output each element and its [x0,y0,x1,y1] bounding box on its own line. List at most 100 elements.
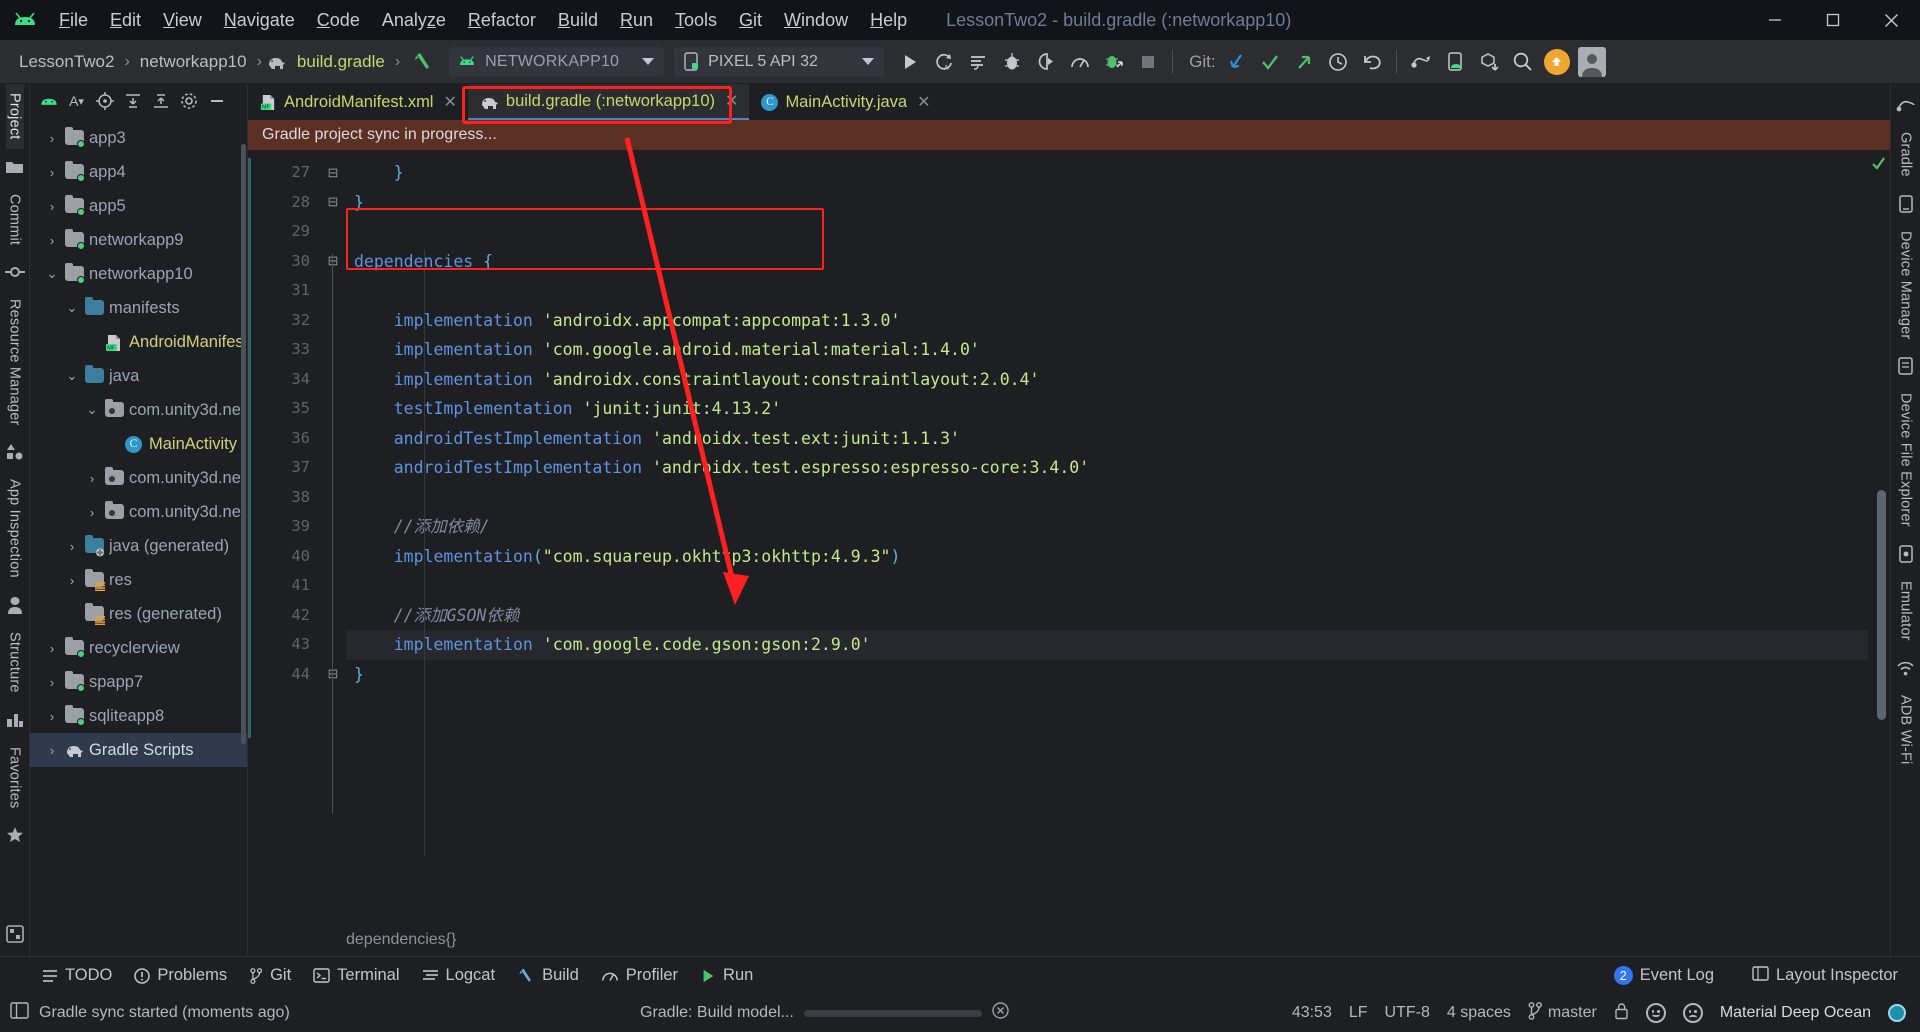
chevron-right-icon[interactable]: › [44,199,60,214]
tree-node-spapp7[interactable]: › spapp7 [30,665,247,699]
code-line[interactable] [346,483,1868,513]
code-line[interactable] [346,276,1868,306]
fold-marker-icon[interactable]: ⊟ [320,247,346,277]
line-number[interactable]: 40 [248,542,320,572]
tree-node-java[interactable]: ⌄ java [30,359,247,393]
tool-window-todo[interactable]: TODO [32,962,122,989]
code-line[interactable] [346,217,1868,247]
menu-item-refactor[interactable]: Refactor [457,6,547,35]
tree-node-networkapp10[interactable]: ⌄ networkapp10 [30,257,247,291]
sidebar-item-app-inspection[interactable]: App Inspection [6,470,24,587]
layout-inspector-button[interactable]: Layout Inspector [1742,962,1908,990]
tree-node-networkapp9[interactable]: › networkapp9 [30,223,247,257]
chevron-right-icon[interactable]: › [44,709,60,724]
tree-node-manifests[interactable]: ⌄ manifests [30,291,247,325]
code-line[interactable]: androidTestImplementation 'androidx.test… [346,424,1868,454]
fold-marker-icon[interactable]: ⊟ [320,158,346,188]
breadcrumb-item-1[interactable]: networkapp10 [135,49,252,75]
tool-window-git[interactable]: Git [239,962,301,989]
sidebar-item-device-file-explorer[interactable]: Device File Explorer [1897,384,1915,536]
ide-menu-icon[interactable] [10,1002,29,1024]
close-icon[interactable]: ✕ [440,92,459,112]
run-icon[interactable] [894,46,926,78]
avatar-icon[interactable] [1575,46,1609,78]
tree-node-com-unity3d-netwo[interactable]: › com.unity3d.netwo [30,461,247,495]
emulator-icon[interactable] [1893,541,1919,567]
theme-color-dot[interactable] [1888,1004,1906,1022]
device-manager-right-icon[interactable] [1893,191,1919,217]
tree-node-res-generated[interactable]: res (generated) [30,597,247,631]
code-line[interactable]: //添加依赖/ [346,512,1868,542]
sync-gradle-icon[interactable] [1405,46,1437,78]
settings-gear-icon[interactable] [175,88,202,114]
feedback-happy-icon[interactable] [1645,1003,1666,1023]
run-coverage-icon[interactable] [1030,46,1062,78]
read-only-lock-icon[interactable] [1614,1002,1629,1025]
sidebar-item-project[interactable]: Project [5,84,24,149]
tree-node-androidmanifest-xml[interactable]: MF AndroidManifest.xml [30,325,247,359]
search-everywhere-icon[interactable] [1507,46,1539,78]
code-line[interactable]: } [346,158,1868,188]
expand-all-icon[interactable] [119,88,146,114]
git-push-icon[interactable] [1288,46,1320,78]
line-number[interactable]: 42 [248,601,320,631]
line-number[interactable]: 34 [248,365,320,395]
fold-marker-icon[interactable]: ⊟ [320,188,346,218]
menu-item-navigate[interactable]: Navigate [213,6,306,35]
editor-vertical-scrollbar[interactable] [1877,490,1886,720]
close-button[interactable] [1862,0,1920,40]
code-line[interactable] [346,571,1868,601]
tree-node-sqliteapp8[interactable]: › sqliteapp8 [30,699,247,733]
editor-tab-1[interactable]: build.gradle (:networkapp10) ✕ [467,84,750,120]
chevron-right-icon[interactable]: › [44,165,60,180]
build-hammer-icon[interactable] [407,46,439,78]
sidebar-item-emulator[interactable]: Emulator [1897,572,1915,650]
tool-window-profiler[interactable]: Profiler [591,962,688,989]
menu-item-file[interactable]: File [48,6,99,35]
chevron-right-icon[interactable]: › [44,233,60,248]
line-number[interactable]: 41 [248,571,320,601]
chevron-down-icon[interactable]: ⌄ [44,266,60,282]
close-icon[interactable]: ✕ [914,92,933,112]
sidebar-item-gradle[interactable]: Gradle [1897,123,1915,186]
cancel-icon[interactable] [992,1002,1009,1024]
sidebar-item-commit[interactable]: Commit [6,185,24,254]
chevron-right-icon[interactable]: › [44,743,60,758]
menu-item-code[interactable]: Code [306,6,371,35]
editor-tab-0[interactable]: MF AndroidManifest.xml ✕ [248,84,468,120]
android-view-icon[interactable] [35,88,62,114]
chevron-right-icon[interactable]: › [84,505,100,520]
source-code[interactable]: }} dependencies { implementation 'android… [346,150,1868,924]
gradle-icon[interactable] [1893,92,1919,118]
sidebar-item-adb-wifi[interactable]: ADB Wi-Fi [1897,686,1915,773]
chevron-right-icon[interactable]: › [44,675,60,690]
maximize-button[interactable] [1804,0,1862,40]
tree-node-app4[interactable]: › app4 [30,155,247,189]
line-separator[interactable]: LF [1349,1004,1368,1022]
code-line[interactable]: implementation 'androidx.appcompat:appco… [346,306,1868,336]
chevron-right-icon[interactable]: › [64,539,80,554]
git-history-icon[interactable] [1322,46,1354,78]
code-line[interactable]: implementation 'com.google.code.gson:gso… [346,630,1868,660]
sidebar-item-favorites[interactable]: Favorites [6,738,24,817]
editor-marker-strip[interactable] [1868,150,1890,924]
sidebar-item-device-manager[interactable]: Device Manager [1897,222,1915,348]
line-number[interactable]: 43 [248,630,320,660]
tool-window-terminal[interactable]: Terminal [303,962,409,989]
tree-node-res[interactable]: › res [30,563,247,597]
tool-window-build[interactable]: Build [507,962,589,989]
menu-item-build[interactable]: Build [547,6,609,35]
debug-icon[interactable] [996,46,1028,78]
tree-node-java-generated[interactable]: › java (generated) [30,529,247,563]
menu-item-edit[interactable]: Edit [99,6,152,35]
tree-node-mainactivity[interactable]: C MainActivity [30,427,247,461]
menu-item-view[interactable]: View [152,6,213,35]
line-number[interactable]: 36 [248,424,320,454]
code-line[interactable]: implementation 'androidx.constraintlayou… [346,365,1868,395]
code-line[interactable]: testImplementation 'junit:junit:4.13.2' [346,394,1868,424]
feedback-sad-icon[interactable] [1682,1003,1703,1023]
line-number[interactable]: 29 [248,217,320,247]
line-number[interactable]: 44 [248,660,320,690]
run-configuration-selector[interactable]: NETWORKAPP10 [449,46,665,77]
build-variants-icon[interactable] [2,921,28,947]
